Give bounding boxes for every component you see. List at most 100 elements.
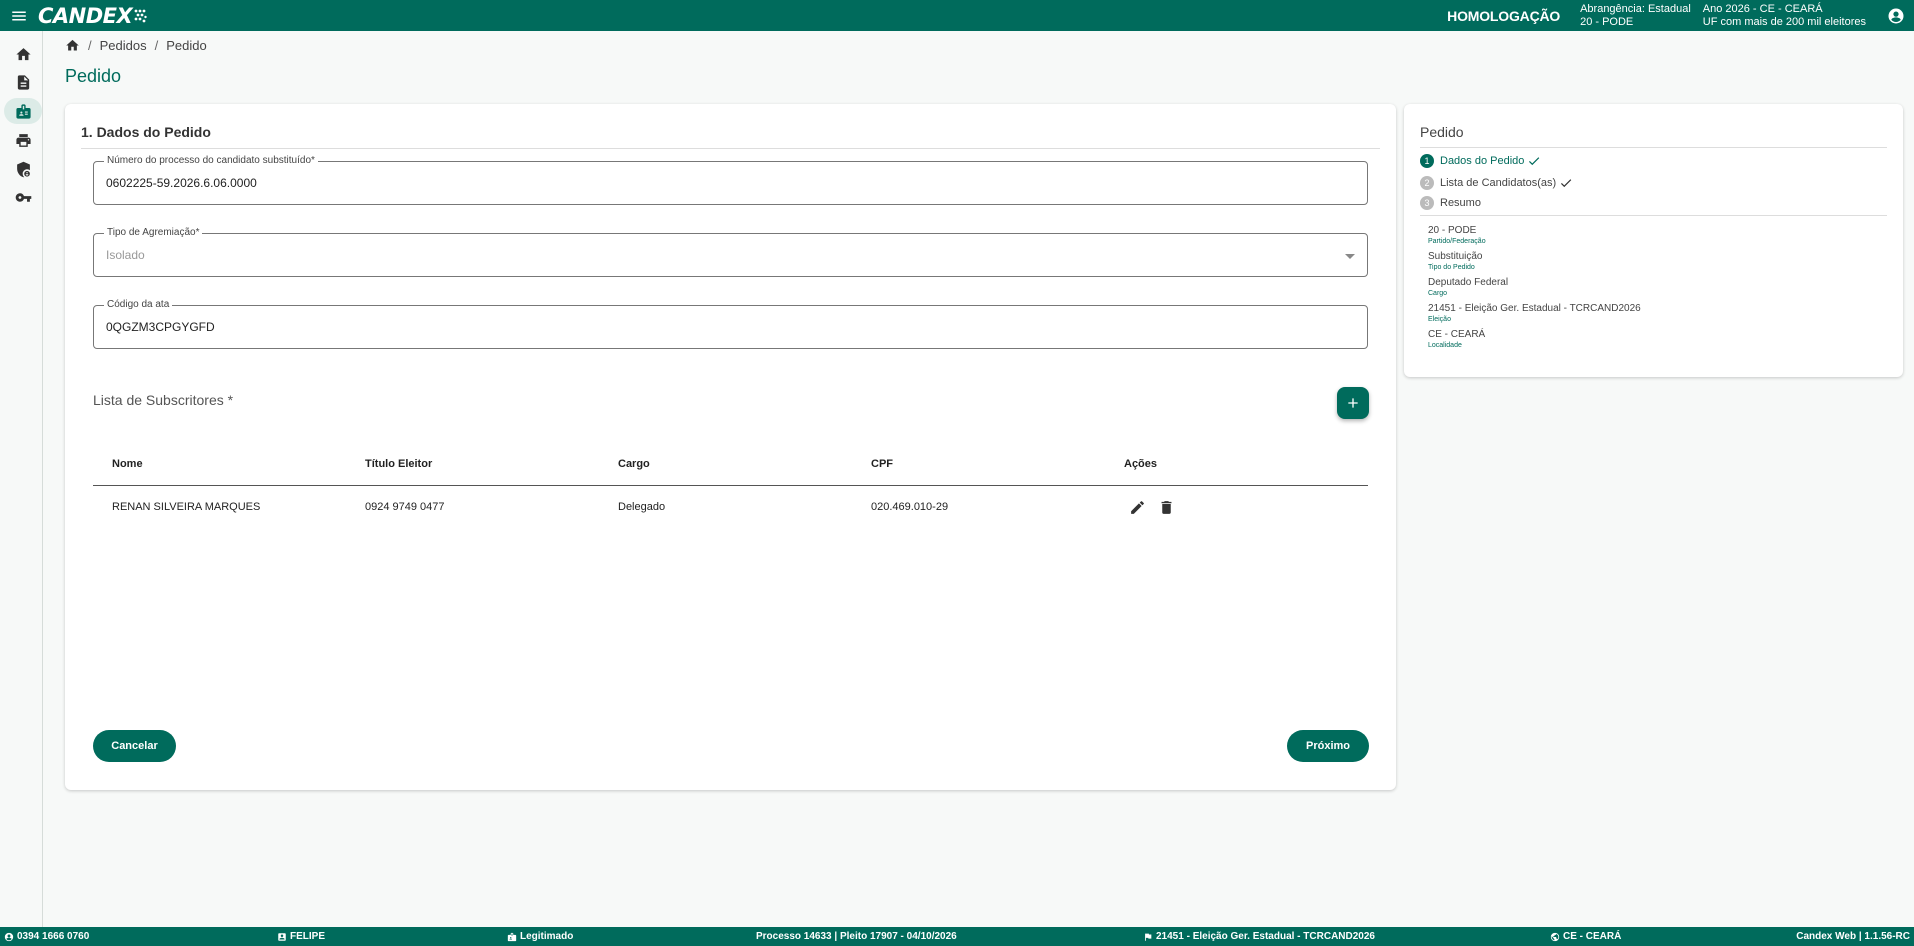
breadcrumb: / Pedidos / Pedido xyxy=(65,38,207,53)
badge-icon xyxy=(507,932,517,941)
logo-text: CANDEX xyxy=(38,3,133,28)
section-title: 1. Dados do Pedido xyxy=(81,124,211,140)
summary-value: CE - CEARÁ xyxy=(1428,329,1486,340)
processo-label: Número do processo do candidato substitu… xyxy=(104,155,318,166)
agremiacao-select[interactable]: Tipo de Agremiação* Isolado xyxy=(93,227,1368,277)
step-label: Resumo xyxy=(1440,197,1481,209)
footer-role: Legitimado xyxy=(507,927,573,946)
panel-title: Pedido xyxy=(1420,124,1464,140)
dropdown-arrow-icon xyxy=(1345,254,1355,259)
summary-value: 20 - PODE xyxy=(1428,225,1477,236)
logo[interactable]: CANDEX xyxy=(38,4,147,28)
ata-label: Código da ata xyxy=(104,299,173,310)
step-dados-pedido[interactable]: 1 Dados do Pedido xyxy=(1420,154,1541,168)
column-header: Nome xyxy=(112,457,143,470)
step-label: Lista de Candidatos(as) xyxy=(1440,177,1557,189)
summary-label: Eleição xyxy=(1428,316,1451,323)
cell-titulo: 0924 9749 0477 xyxy=(365,501,445,513)
subscritores-table: Nome Título Eleitor Cargo CPF Ações RENA… xyxy=(93,442,1368,528)
printer-icon xyxy=(15,133,31,147)
table-row: RENAN SILVEIRA MARQUES 0924 9749 0477 De… xyxy=(93,486,1368,528)
pedido-summary-panel: Pedido 1 Dados do Pedido 2 Lista de Cand… xyxy=(1404,104,1903,377)
ata-field[interactable]: Código da ata xyxy=(93,299,1368,349)
subscritores-title: Lista de Subscritores * xyxy=(93,392,234,408)
abrangencia-text: Abrangência: Estadual xyxy=(1580,2,1691,15)
footer-processo: Processo 14633 | Pleito 17907 - 04/10/20… xyxy=(756,931,957,942)
processo-field[interactable]: Número do processo do candidato substitu… xyxy=(93,155,1368,205)
document-icon xyxy=(17,74,29,90)
sidebar-item-home[interactable] xyxy=(4,41,42,67)
summary-label: Cargo xyxy=(1428,290,1448,297)
sidebar-item-keys[interactable] xyxy=(4,184,42,210)
summary-label: Partido/Federação xyxy=(1428,238,1486,245)
globe-icon xyxy=(1550,932,1560,941)
agremiacao-value: Isolado xyxy=(106,248,145,262)
edit-button[interactable] xyxy=(1129,499,1146,516)
page-title: Pedido xyxy=(65,66,122,86)
summary-value: Deputado Federal xyxy=(1428,277,1509,288)
step-number: 3 xyxy=(1420,196,1434,210)
cell-nome: RENAN SILVEIRA MARQUES xyxy=(112,501,261,513)
logo-dots-icon xyxy=(134,9,147,22)
step-label: Dados do Pedido xyxy=(1440,155,1525,167)
cancel-button[interactable]: Cancelar xyxy=(93,730,176,762)
ano-info: Ano 2026 - CE - CEARÁ UF com mais de 200… xyxy=(1703,3,1866,29)
delete-button[interactable] xyxy=(1158,499,1175,516)
column-header: Ações xyxy=(1124,457,1158,470)
breadcrumb-pedidos[interactable]: Pedidos xyxy=(100,38,147,53)
footer-version: Candex Web | 1.1.56-RC xyxy=(1796,931,1910,942)
contact-card-icon xyxy=(278,932,286,941)
column-header: CPF xyxy=(871,457,893,470)
summary-cargo: Deputado Federal Cargo xyxy=(1428,277,1508,298)
sidebar-item-security[interactable] xyxy=(4,156,42,182)
account-button[interactable] xyxy=(1878,0,1914,31)
agremiacao-label: Tipo de Agremiação* xyxy=(104,227,203,238)
check-icon xyxy=(1561,179,1572,188)
row-actions xyxy=(1105,499,1175,516)
home-icon[interactable] xyxy=(65,38,80,53)
top-bar: CANDEX HOMOLOGAÇÃO Abrangência: Estadual… xyxy=(0,0,1914,31)
summary-tipo-pedido: Substituição Tipo do Pedido xyxy=(1428,251,1482,272)
badge-icon xyxy=(15,103,31,119)
summary-partido: 20 - PODE Partido/Federação xyxy=(1428,225,1486,246)
step-resumo[interactable]: 3 Resumo xyxy=(1420,196,1481,210)
summary-value: Substituição xyxy=(1428,251,1483,262)
cell-cargo: Delegado xyxy=(618,501,666,513)
footer-user-name: FELIPE xyxy=(277,927,325,946)
step-number: 2 xyxy=(1420,176,1434,190)
ano-text: Ano 2026 - CE - CEARÁ xyxy=(1702,2,1823,15)
footer-user-id: 0394 1666 0760 xyxy=(4,927,89,946)
status-bar: 0394 1666 0760 FELIPE Legitimado Process… xyxy=(0,927,1914,946)
sidebar-item-candidates[interactable] xyxy=(4,98,42,124)
check-icon xyxy=(1529,157,1540,166)
summary-eleicao: 21451 - Eleição Ger. Estadual - TCRCAND2… xyxy=(1428,303,1641,324)
summary-label: Localidade xyxy=(1428,342,1462,349)
cell-cpf: 020.469.010-29 xyxy=(871,501,949,513)
footer-localidade: CE - CEARÁ xyxy=(1550,927,1621,946)
add-subscritor-button[interactable] xyxy=(1337,387,1369,419)
pencil-icon xyxy=(1131,500,1144,514)
home-icon xyxy=(15,47,31,60)
processo-input[interactable] xyxy=(106,176,1252,190)
next-button[interactable]: Próximo xyxy=(1287,730,1369,762)
ata-input[interactable] xyxy=(106,320,1252,334)
menu-button[interactable] xyxy=(0,0,38,31)
trash-icon xyxy=(1161,500,1172,514)
sidebar-item-print[interactable] xyxy=(4,127,42,153)
table-header: Nome Título Eleitor Cargo CPF Ações xyxy=(93,442,1368,486)
shield-icon xyxy=(16,161,30,177)
uf-text: UF com mais de 200 mil eleitores xyxy=(1702,15,1866,28)
column-header: Cargo xyxy=(618,457,650,470)
account-circle-icon xyxy=(1888,8,1904,23)
summary-label: Tipo do Pedido xyxy=(1428,264,1475,271)
step-lista-candidatos[interactable]: 2 Lista de Candidatos(as) xyxy=(1420,176,1573,190)
summary-localidade: CE - CEARÁ Localidade xyxy=(1428,329,1485,350)
summary-value: 21451 - Eleição Ger. Estadual - TCRCAND2… xyxy=(1428,303,1641,314)
footer-eleicao: 21451 - Eleição Ger. Estadual - TCRCAND2… xyxy=(1143,927,1375,946)
environment-label: HOMOLOGAÇÃO xyxy=(1447,7,1561,24)
breadcrumb-pedido: Pedido xyxy=(166,38,207,53)
step-number: 1 xyxy=(1420,154,1434,168)
sidebar-item-documents[interactable] xyxy=(4,69,42,95)
partido-text: 20 - PODE xyxy=(1580,15,1634,28)
sidebar xyxy=(0,31,43,927)
